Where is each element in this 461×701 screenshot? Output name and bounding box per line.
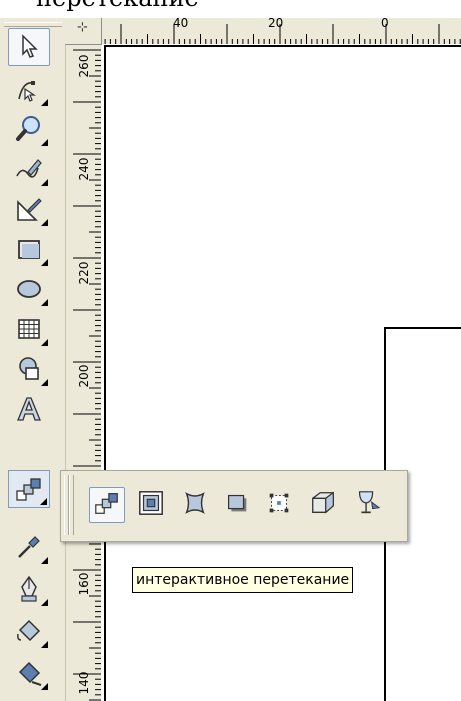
pen-nib-icon xyxy=(14,574,44,604)
horizontal-ruler-ticks xyxy=(67,24,461,44)
drawing-canvas[interactable] xyxy=(101,44,461,701)
paint-bucket-icon xyxy=(14,616,44,646)
flyout-indicator-icon xyxy=(41,683,48,690)
flyout-blend-button[interactable] xyxy=(89,487,125,523)
flyout-indicator-icon xyxy=(41,219,48,226)
interactive-tools-flyout xyxy=(60,470,408,542)
rectangle-tool-button[interactable] xyxy=(8,230,50,268)
magnifier-icon xyxy=(14,114,44,144)
transparency-glass-icon xyxy=(353,489,381,521)
ruler-origin-corner[interactable]: ⊹ xyxy=(65,18,102,45)
ruler-label-0: 0 xyxy=(381,16,389,30)
pick-tool-button[interactable] xyxy=(8,28,50,66)
ruler-label-220: 220 xyxy=(77,261,91,285)
graph-paper-tool-button[interactable] xyxy=(8,310,50,348)
fill-tool-button[interactable] xyxy=(8,612,50,650)
flyout-drop-shadow-button[interactable] xyxy=(219,487,255,523)
toolbox-grip[interactable] xyxy=(4,22,62,27)
flyout-grip-secondary[interactable] xyxy=(69,475,74,535)
ruler-label-200: 200 xyxy=(77,364,91,388)
ruler-label-40: 40 xyxy=(173,16,189,30)
flyout-indicator-icon xyxy=(40,498,47,505)
extrude-cube-icon xyxy=(309,489,337,521)
freehand-tool-button[interactable] xyxy=(8,150,50,188)
basic-shapes-tool-button[interactable] xyxy=(8,350,50,388)
ruler-label-260: 260 xyxy=(77,54,91,78)
caption-text: перетекание xyxy=(36,0,199,10)
interactive-fill-tool-button[interactable] xyxy=(8,654,50,692)
pencil-curve-icon xyxy=(14,154,44,184)
flyout-indicator-icon xyxy=(41,339,48,346)
ruler-label-20: 20 xyxy=(268,16,284,30)
tooltip: интерактивное перетекание xyxy=(132,567,354,593)
flyout-distort-button[interactable] xyxy=(177,487,213,523)
basic-shapes-icon xyxy=(14,354,44,384)
flyout-indicator-icon xyxy=(41,599,48,606)
page-border-right-top xyxy=(384,327,461,329)
ruler-origin-icon: ⊹ xyxy=(77,20,88,35)
flyout-transparency-button[interactable] xyxy=(349,487,385,523)
vertical-ruler[interactable]: 260 240 220 200 160 140 xyxy=(65,44,102,701)
smart-fill-tool-button[interactable] xyxy=(8,190,50,228)
flyout-envelope-button[interactable] xyxy=(261,487,297,523)
interactive-blend-tool-button[interactable] xyxy=(8,470,50,508)
shape-tool-button[interactable] xyxy=(8,70,50,108)
flyout-indicator-icon xyxy=(41,139,48,146)
text-tool-button[interactable] xyxy=(8,390,50,428)
envelope-nodes-icon xyxy=(265,489,293,521)
shape-node-icon xyxy=(15,75,43,103)
blend-steps-icon xyxy=(93,489,121,521)
flyout-indicator-icon xyxy=(41,259,48,266)
eyedropper-icon xyxy=(14,532,44,562)
ruler-label-240: 240 xyxy=(77,157,91,181)
drop-shadow-icon xyxy=(223,489,251,521)
toolbox xyxy=(0,18,66,701)
letter-a-icon xyxy=(14,394,44,424)
contour-squares-icon xyxy=(137,489,165,521)
fill-bucket-icon xyxy=(14,658,44,688)
flyout-indicator-icon xyxy=(41,641,48,648)
flyout-indicator-icon xyxy=(41,299,48,306)
eyedropper-tool-button[interactable] xyxy=(8,528,50,566)
flyout-extrude-button[interactable] xyxy=(305,487,341,523)
ruler-label-160: 160 xyxy=(77,572,91,596)
ruler-label-140: 140 xyxy=(77,671,91,695)
page-border-top xyxy=(104,45,461,47)
ellipse-tool-button[interactable] xyxy=(8,270,50,308)
flyout-indicator-icon xyxy=(41,179,48,186)
flyout-indicator-icon xyxy=(41,379,48,386)
flyout-indicator-icon xyxy=(41,99,48,106)
horizontal-ruler[interactable]: 40 20 0 xyxy=(65,16,461,45)
ellipse-icon xyxy=(14,274,44,304)
rectangle-icon xyxy=(14,234,44,264)
outline-tool-button[interactable] xyxy=(8,570,50,608)
flyout-contour-button[interactable] xyxy=(133,487,169,523)
page-border-left xyxy=(104,45,106,701)
arrow-pointer-icon xyxy=(17,34,41,60)
zoom-tool-button[interactable] xyxy=(8,110,50,148)
distort-icon xyxy=(181,489,209,521)
ruler-pen-icon xyxy=(14,194,44,224)
grid-icon xyxy=(14,314,44,344)
flyout-indicator-icon xyxy=(41,557,48,564)
